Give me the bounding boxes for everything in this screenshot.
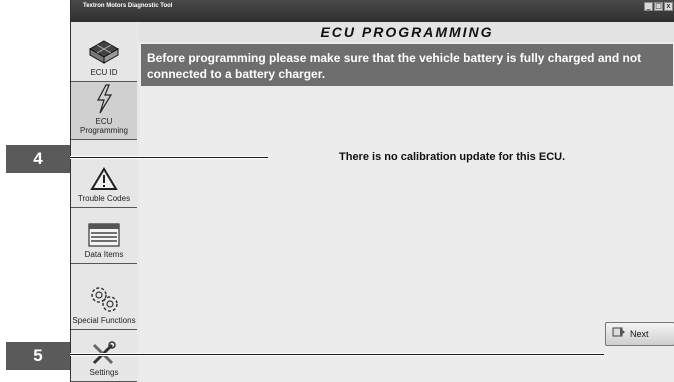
sidebar-item-ecu-programming[interactable]: ECU Programming <box>71 82 137 140</box>
status-message: There is no calibration update for this … <box>339 151 566 163</box>
gears-icon <box>87 285 121 313</box>
callout-4-line <box>64 156 268 159</box>
sidebar-item-settings[interactable]: Settings <box>71 330 137 382</box>
minimize-button[interactable]: _ <box>644 2 653 11</box>
notice-banner: Before programming please make sure that… <box>141 44 673 86</box>
sidebar-item-special-functions[interactable]: Special Functions <box>71 264 137 330</box>
app-window: Textron Motors Diagnostic Tool _ □ x ECU… <box>70 0 674 382</box>
sidebar-item-data-items[interactable]: Data Items <box>71 208 137 264</box>
maximize-button[interactable]: □ <box>654 2 663 11</box>
sidebar-item-label: ECU Programming <box>79 117 128 135</box>
sidebar-item-label: Settings <box>89 368 119 377</box>
sidebar: ECU ID ECU Programming Trouble Codes Dat… <box>71 22 137 382</box>
callout-4-badge: 4 <box>6 145 70 173</box>
sidebar-item-trouble-codes[interactable]: Trouble Codes <box>71 140 137 208</box>
next-button[interactable]: Next <box>605 322 674 346</box>
sidebar-item-label: ECU ID <box>90 68 118 77</box>
chip-icon <box>88 39 120 65</box>
callout-5-badge: 5 <box>6 342 70 370</box>
warning-icon <box>90 167 118 191</box>
main-content: ECU PROGRAMMING Before programming pleas… <box>139 22 674 382</box>
sidebar-item-label: Trouble Codes <box>77 194 131 203</box>
sidebar-item-ecu-id[interactable]: ECU ID <box>71 22 137 82</box>
sidebar-item-label: Data Items <box>84 250 124 259</box>
page-title: ECU PROGRAMMING <box>139 22 674 42</box>
window-title: Textron Motors Diagnostic Tool <box>83 3 173 9</box>
lightning-icon <box>94 84 114 114</box>
sidebar-item-label: Special Functions <box>72 316 136 325</box>
next-button-label: Next <box>630 329 649 339</box>
close-button[interactable]: x <box>664 2 673 11</box>
window-controls: _ □ x <box>644 2 673 11</box>
callout-5-line <box>64 353 604 356</box>
title-bar: Textron Motors Diagnostic Tool _ □ x <box>71 0 674 22</box>
list-icon <box>88 223 120 247</box>
next-arrow-icon <box>612 325 626 343</box>
